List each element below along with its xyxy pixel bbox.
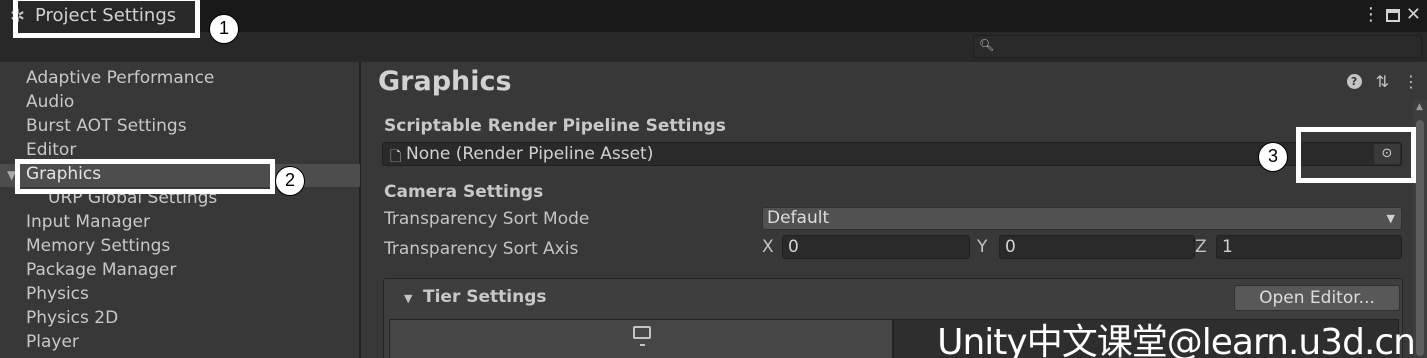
monitor-icon — [633, 326, 651, 346]
axis-z-field[interactable]: 1 — [1216, 235, 1402, 259]
sort-axis-label: Transparency Sort Axis — [384, 239, 579, 259]
camera-settings-header: Camera Settings — [384, 182, 544, 202]
render-pipeline-asset-field[interactable]: 🗋︎ None (Render Pipeline Asset) ⊙ — [382, 142, 1402, 166]
sidebar-item-player[interactable]: Player — [26, 330, 79, 354]
scroll-up-icon[interactable]: ▲ — [1416, 102, 1423, 112]
document-icon: 🗋︎ — [390, 149, 402, 165]
help-icon[interactable]: ? — [1346, 74, 1362, 89]
search-input[interactable]: 🔍︎ — [973, 35, 1422, 58]
tier-settings-header[interactable]: Tier Settings — [423, 287, 547, 307]
chevron-down-icon: ▼ — [1386, 212, 1395, 225]
sidebar-item-memory-settings[interactable]: Memory Settings — [26, 234, 170, 258]
sidebar-item-input-manager[interactable]: Input Manager — [26, 210, 150, 234]
sort-mode-dropdown[interactable]: Default ▼ — [762, 207, 1402, 230]
callout-box-1 — [13, 0, 200, 38]
axis-x-label: X — [762, 237, 774, 257]
open-editor-button[interactable]: Open Editor... — [1234, 285, 1400, 311]
more-menu-icon[interactable]: ⋮ — [1362, 3, 1380, 27]
sidebar-item-audio[interactable]: Audio — [26, 90, 74, 114]
render-pipeline-asset-value: None (Render Pipeline Asset) — [406, 144, 654, 164]
callout-number-3: 3 — [1258, 142, 1288, 172]
callout-box-2 — [15, 159, 275, 194]
sidebar-item-physics[interactable]: Physics — [26, 282, 89, 306]
tab-standalone[interactable] — [389, 319, 893, 358]
sort-mode-label: Transparency Sort Mode — [384, 209, 590, 229]
axis-x-field[interactable]: 0 — [782, 235, 970, 259]
scroll-thumb[interactable] — [1416, 120, 1424, 356]
srp-settings-header: Scriptable Render Pipeline Settings — [384, 116, 726, 136]
callout-box-3 — [1296, 127, 1416, 183]
header-icons: ? ⇅ ⋮ — [1346, 72, 1419, 91]
sidebar-item-physics-2d[interactable]: Physics 2D — [26, 306, 118, 330]
watermark: Unity中文课堂@learn.u3d.cn — [937, 322, 1416, 358]
close-icon[interactable]: ✕ — [1406, 3, 1421, 27]
axis-y-label: Y — [977, 237, 988, 257]
callout-number-1: 1 — [209, 14, 239, 44]
axis-z-label: Z — [1195, 237, 1207, 257]
search-icon: 🔍︎ — [979, 38, 995, 52]
presets-icon[interactable]: ⇅ — [1376, 72, 1389, 91]
page-title: Graphics — [378, 66, 512, 97]
window-controls: ⋮ ✕ — [1362, 3, 1421, 27]
more-options-icon[interactable]: ⋮ — [1403, 72, 1419, 91]
sidebar-item-burst-aot-settings[interactable]: Burst AOT Settings — [26, 114, 187, 138]
settings-sidebar: ▼ Adaptive Performance Audio Burst AOT S… — [0, 62, 361, 358]
sidebar-item-adaptive-performance[interactable]: Adaptive Performance — [26, 66, 214, 90]
sort-mode-value: Default — [767, 208, 830, 228]
sidebar-item-package-manager[interactable]: Package Manager — [26, 258, 176, 282]
maximize-icon[interactable] — [1385, 8, 1400, 22]
axis-y-field[interactable]: 0 — [999, 235, 1195, 259]
callout-number-2: 2 — [275, 166, 305, 196]
foldout-arrow-icon[interactable]: ▼ — [404, 292, 412, 305]
